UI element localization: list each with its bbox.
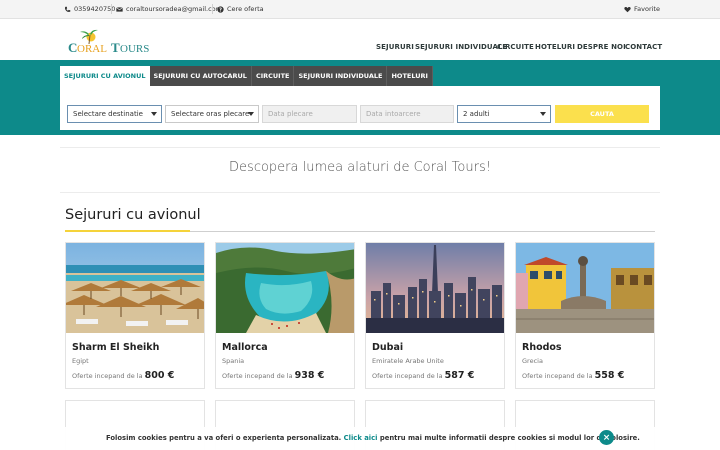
card-offer: Oferte incepand de la 938 € [222, 370, 324, 381]
card-offer-label: Oferte incepand de la [522, 372, 593, 380]
tagline: Descopera lumea alaturi de Coral Tours! [229, 160, 491, 175]
phone-link[interactable]: 0359420750 [64, 5, 115, 13]
email-address: coraltoursoradea@gmail.com [126, 5, 222, 13]
card-price: 800 € [144, 370, 175, 381]
tab-sejururi-cu-autocarul[interactable]: SEJURURI CU AUTOCARUL [149, 66, 252, 86]
card-offer: Oferte incepand de la 558 € [522, 370, 624, 381]
cookie-info-link[interactable]: Click aici [344, 434, 378, 442]
cove-beach-photo [216, 243, 354, 333]
city-skyline-photo [366, 243, 504, 333]
svg-text:ORAL: ORAL [77, 43, 107, 54]
heart-icon [624, 6, 631, 12]
card-title: Mallorca [222, 342, 268, 353]
card-offer-label: Oferte incepand de la [372, 372, 443, 380]
site-logo[interactable]: C ORAL T OURS [67, 28, 153, 55]
site-header: C ORAL T OURS SEJURURI SEJURURI INDIVIDU… [0, 19, 720, 60]
favorites-link[interactable]: Favorite [624, 5, 660, 13]
guests-value: 2 adulti [463, 110, 490, 118]
card-price: 587 € [444, 370, 475, 381]
departure-city-value: Selectare oras plecare [171, 110, 250, 118]
phone-number: 0359420750 [74, 5, 116, 13]
cookie-text-before: Folosim cookies pentru a va oferi o expe… [106, 434, 342, 442]
tab-circuite[interactable]: CIRCUITE [251, 66, 295, 86]
search-button[interactable]: CAUTA [555, 105, 649, 123]
destination-value: Selectare destinatie [73, 110, 143, 118]
departure-city-select[interactable]: Selectare oras plecare [165, 105, 259, 123]
svg-text:?: ? [219, 7, 222, 13]
top-bar: 0359420750 coraltoursoradea@gmail.com ? … [0, 0, 720, 19]
destination-card-mallorca[interactable]: Mallorca Spania Oferte incepand de la 93… [215, 242, 355, 389]
destination-card-dubai[interactable]: Dubai Emiratele Arabe Unite Oferte incep… [365, 242, 505, 389]
card-title: Rhodos [522, 342, 562, 353]
nav-sejururi-individuale[interactable]: SEJURURI INDIVIDUALE [415, 43, 507, 51]
return-date-placeholder: Data intoarcere [366, 110, 421, 118]
divider [111, 4, 112, 14]
departure-date-placeholder: Data plecare [268, 110, 313, 118]
card-country: Spania [222, 357, 245, 365]
section-title: Sejururi cu avionul [65, 207, 201, 223]
card-price: 938 € [294, 370, 325, 381]
tab-sejururi-cu-avionul[interactable]: SEJURURI CU AVIONUL [60, 66, 150, 86]
divider [60, 192, 660, 193]
destination-card-sharm[interactable]: Sharm El Sheikh Egipt Oferte incepand de… [65, 242, 205, 389]
card-offer-label: Oferte incepand de la [72, 372, 143, 380]
card-price: 558 € [594, 370, 625, 381]
palm-logo-icon: C ORAL T OURS [68, 29, 149, 55]
section-accent-line [65, 230, 190, 232]
svg-text:T: T [111, 40, 120, 54]
request-offer-label: Cere oferta [227, 5, 264, 13]
envelope-icon [116, 6, 123, 12]
nav-hoteluri[interactable]: HOTELURI [535, 43, 575, 51]
card-offer-label: Oferte incepand de la [222, 372, 293, 380]
divider [60, 147, 660, 148]
destination-select[interactable]: Selectare destinatie [67, 105, 162, 123]
destination-card-rhodos[interactable]: Rhodos Grecia Oferte incepand de la 558 … [515, 242, 655, 389]
request-offer-link[interactable]: ? Cere oferta [217, 5, 264, 13]
departure-date-input[interactable]: Data plecare [262, 105, 357, 123]
return-date-input[interactable]: Data intoarcere [360, 105, 454, 123]
close-icon: × [602, 432, 611, 443]
chevron-down-icon [151, 112, 157, 116]
beach-umbrellas-photo [66, 243, 204, 333]
cookie-message: Folosim cookies pentru a va oferi o expe… [106, 434, 640, 442]
card-title: Sharm El Sheikh [72, 342, 160, 353]
card-country: Grecia [522, 357, 543, 365]
chevron-down-icon [248, 112, 254, 116]
card-country: Egipt [72, 357, 89, 365]
guests-select[interactable]: 2 adulti [457, 105, 551, 123]
nav-contact[interactable]: CONTACT [625, 43, 662, 51]
card-country: Emiratele Arabe Unite [372, 357, 444, 365]
tab-sejururi-individuale[interactable]: SEJURURI INDIVIDUALE [294, 66, 388, 86]
nav-despre-noi[interactable]: DESPRE NOI [577, 43, 626, 51]
favorites-label: Favorite [634, 5, 660, 13]
nav-circuite[interactable]: CIRCUITE [497, 43, 534, 51]
search-tabs: SEJURURI CU AVIONUL SEJURURI CU AUTOCARU… [60, 66, 433, 86]
phone-icon [64, 6, 71, 12]
svg-text:C: C [68, 40, 77, 54]
town-square-photo [516, 243, 654, 333]
card-offer: Oferte incepand de la 587 € [372, 370, 474, 381]
chevron-down-icon [540, 112, 546, 116]
cookie-close-button[interactable]: × [599, 430, 614, 445]
divider [212, 4, 213, 14]
svg-text:OURS: OURS [120, 43, 149, 54]
tab-hoteluri[interactable]: HOTELURI [387, 66, 433, 86]
question-circle-icon: ? [217, 5, 224, 13]
nav-sejururi[interactable]: SEJURURI [376, 43, 414, 51]
card-title: Dubai [372, 342, 404, 353]
email-link[interactable]: coraltoursoradea@gmail.com [116, 5, 222, 13]
card-offer: Oferte incepand de la 800 € [72, 370, 174, 381]
